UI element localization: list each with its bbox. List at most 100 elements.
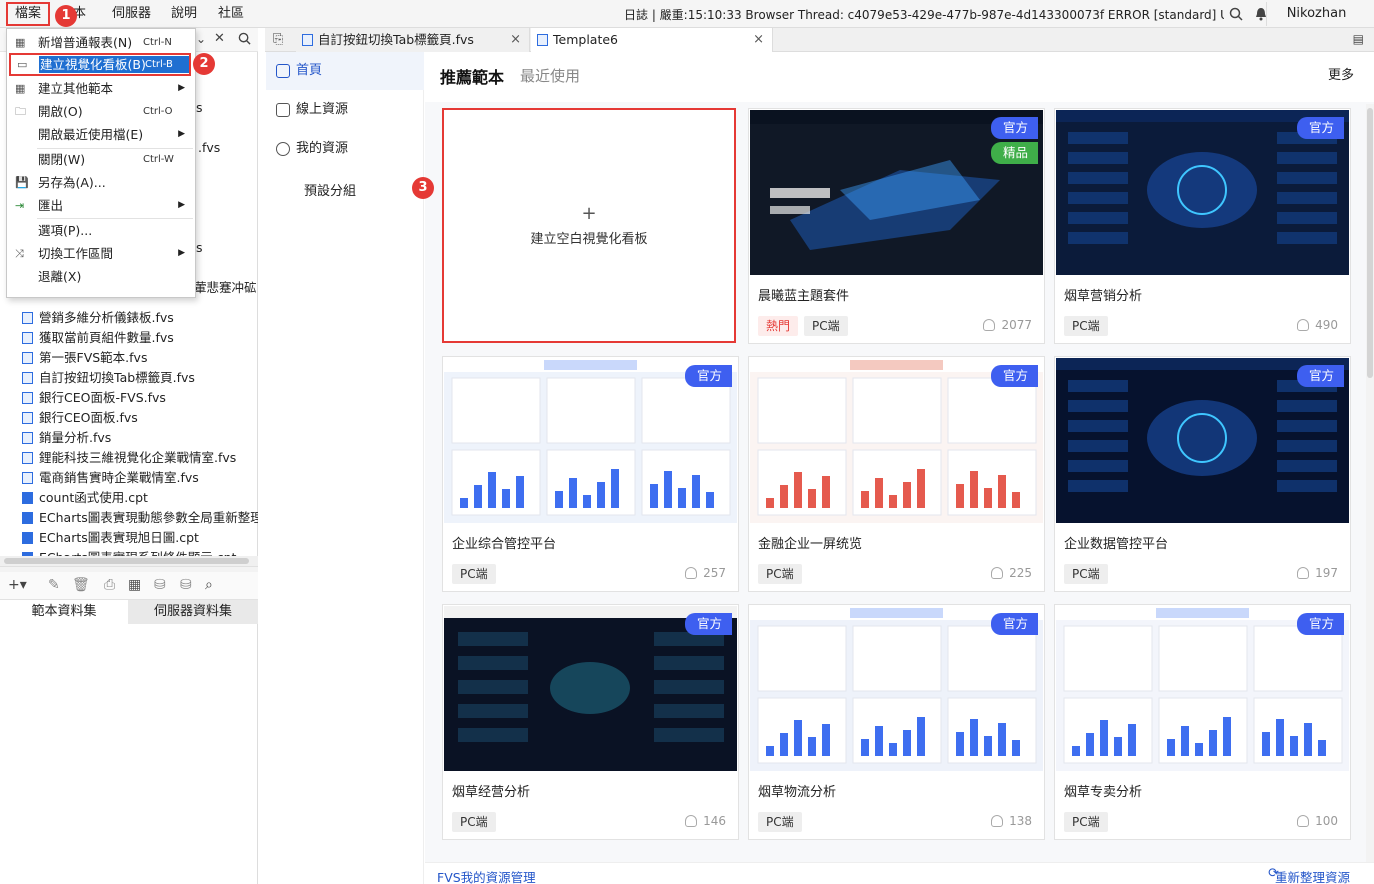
user-icon [1297, 567, 1310, 579]
tab-recommended[interactable]: 推薦範本 [440, 64, 504, 88]
home-icon [276, 64, 290, 78]
log-status-text[interactable]: 日誌 | 嚴重:15:10:33 Browser Thread: c4079e5… [624, 6, 1224, 23]
official-badge: 官方 [990, 613, 1038, 635]
nav-home[interactable]: 首頁 [266, 52, 424, 90]
user-icon [991, 567, 1004, 579]
edit-icon[interactable]: ✎ [48, 577, 60, 593]
menu-exit[interactable]: 退離(X) [7, 265, 195, 288]
document-tab-bar: ⎘ 自訂按鈕切換Tab標籤頁.fvs × Template6 × ▤ [265, 28, 1374, 52]
tab-menu-icon[interactable]: ▤ [1353, 32, 1364, 46]
cpt-file-icon [22, 512, 33, 524]
user-icon [1297, 319, 1310, 331]
expand-icon[interactable]: ⌄ [196, 32, 206, 46]
close-icon[interactable]: × [510, 28, 521, 52]
database-link-icon[interactable]: ⛁ [180, 577, 192, 593]
tree-file-item[interactable]: 自訂按鈕切換Tab標籤頁.fvs [22, 368, 195, 388]
preview-icon[interactable]: ⎙ [104, 577, 115, 593]
horizontal-scrollbar[interactable] [0, 556, 258, 566]
template-card[interactable]: 官方 企业数据管控平台 PC端 197 [1054, 356, 1351, 592]
cpt-file-icon [22, 492, 33, 504]
my-resource-manage-link[interactable]: FVS我的資源管理 [437, 867, 536, 884]
close-icon[interactable]: × [753, 28, 764, 52]
tree-search-icon[interactable] [238, 32, 251, 45]
official-badge: 官方 [1296, 117, 1344, 139]
dataset-icon[interactable]: ▦ [128, 577, 141, 593]
tree-partial-4: 葷悲蹇冲砿 [194, 280, 257, 295]
tree-file-item[interactable]: 銷量分析.fvs [22, 428, 111, 448]
tree-file-item[interactable]: 鋰能科技三維視覺化企業戰情室.fvs [22, 448, 236, 468]
more-link[interactable]: 更多 [1328, 64, 1354, 83]
tree-file-item[interactable]: 電商銷售實時企業戰情室.fvs [22, 468, 199, 488]
template-card[interactable]: 官方 精品 晨曦蓝主題套件 熱門 PC端 2077 [748, 108, 1045, 344]
collapse-icon[interactable]: ✕ [214, 31, 225, 46]
menu-file[interactable]: 檔案 [6, 2, 50, 26]
user-icon [1297, 815, 1310, 827]
fvs-file-icon [22, 332, 33, 344]
tree-file-item[interactable]: 銀行CEO面板.fvs [22, 408, 138, 428]
template-card[interactable]: 官方 烟草专卖分析 PC端 100 [1054, 604, 1351, 840]
template-card[interactable]: 官方 企业综合管控平台 PC端 257 [442, 356, 739, 592]
use-count: 138 [991, 814, 1032, 828]
fvs-file-icon [302, 34, 313, 46]
tree-file-item[interactable]: 銀行CEO面板-FVS.fvs [22, 388, 166, 408]
tree-file-item[interactable]: count函式使用.cpt [22, 488, 148, 508]
fvs-file-icon [22, 352, 33, 364]
add-icon[interactable]: +▾ [8, 577, 27, 593]
tab-recent[interactable]: 最近使用 [520, 65, 580, 86]
template-card[interactable]: 官方 金融企业一屏统览 PC端 225 [748, 356, 1045, 592]
user-icon [685, 567, 698, 579]
folder-icon: 🗀 [15, 105, 26, 118]
use-count: 225 [991, 566, 1032, 580]
platform-tag: PC端 [804, 316, 848, 336]
tree-file-item[interactable]: 獲取當前頁組件數量.fvs [22, 328, 174, 348]
tree-file-item[interactable]: 第一張FVS範本.fvs [22, 348, 147, 368]
menu-options[interactable]: 選項(P)... [7, 219, 195, 242]
tree-file-item[interactable]: 營銷多維分析儀錶板.fvs [22, 308, 174, 328]
tab-template6[interactable]: Template6 × [531, 28, 773, 52]
menu-new-dashboard[interactable]: ▭ 建立視覺化看板(B) Ctrl-B [9, 53, 191, 76]
cpt-file-icon [22, 532, 33, 544]
refresh-resources-link[interactable]: 重新整理資源 [1275, 867, 1350, 884]
card-title: 晨曦蓝主題套件 [758, 289, 850, 304]
menu-help[interactable]: 說明 [171, 4, 197, 24]
card-title: 企业综合管控平台 [452, 537, 557, 552]
menu-other-template[interactable]: ▦ 建立其他範本 ▶ [7, 77, 195, 100]
template-card[interactable]: 官方 烟草经营分析 PC端 146 [442, 604, 739, 840]
nav-mine[interactable]: 我的資源 [266, 130, 424, 168]
template-card[interactable]: 官方 烟草营销分析 PC端 490 [1054, 108, 1351, 344]
fvs-file-icon [537, 34, 548, 46]
tab-server-dataset[interactable]: 伺服器資料集 [128, 600, 258, 624]
create-blank-dashboard-card[interactable]: + 建立空白視覺化看板 [442, 108, 736, 343]
use-count: 257 [685, 566, 726, 580]
template-card[interactable]: 官方 烟草物流分析 PC端 138 [748, 604, 1045, 840]
menu-new-report[interactable]: ▦ 新增普通報表(N) Ctrl-N [7, 31, 195, 54]
blank-card-label: 建立空白視覺化看板 [530, 232, 648, 247]
search-icon[interactable] [1228, 6, 1244, 22]
tab-template-dataset[interactable]: 範本資料集 [0, 600, 128, 624]
gallery-scrollbar[interactable] [1366, 104, 1374, 884]
user-name[interactable]: Nikozhan [1266, 2, 1366, 26]
delete-icon[interactable]: 🗑 [72, 577, 90, 593]
cloud-icon [276, 103, 290, 117]
user-icon [983, 319, 996, 331]
resource-nav: 首頁 線上資源 我的資源 預設分組 [266, 52, 424, 884]
database-icon[interactable]: ⛁ [154, 577, 166, 593]
menu-community[interactable]: 社區 [218, 4, 244, 24]
tab-custom-button[interactable]: 自訂按鈕切換Tab標籤頁.fvs × [296, 28, 530, 52]
menu-switch-workspace[interactable]: ⤨ 切換工作區間 ▶ [7, 242, 195, 265]
menu-save-as[interactable]: 💾 另存為(A)... [7, 171, 195, 194]
menu-close[interactable]: 關閉(W) Ctrl-W [7, 148, 195, 171]
menu-open-recent[interactable]: 開啟最近使用檔(E) ▶ [7, 123, 195, 146]
nav-default-group[interactable]: 預設分組 [304, 180, 356, 199]
menu-open[interactable]: 🗀 開啟(O) Ctrl-O [7, 100, 195, 123]
dataset-search-icon[interactable]: ⌕ [205, 577, 213, 593]
menu-server[interactable]: 伺服器 [112, 4, 151, 24]
tree-file-item[interactable]: ECharts圖表實現動態參數全局重新整理 [22, 508, 258, 528]
official-badge: 官方 [684, 365, 732, 387]
menu-bar: 檔案 範本 伺服器 說明 社區 日誌 | 嚴重:15:10:33 Browser… [0, 0, 1374, 28]
tree-file-item[interactable]: ECharts圖表實現旭日圖.cpt [22, 528, 199, 548]
user-icon [685, 815, 698, 827]
new-tab-icon[interactable]: ⎘ [273, 32, 283, 47]
menu-export[interactable]: ⇥ 匯出 ▶ [7, 194, 195, 217]
nav-online[interactable]: 線上資源 [266, 91, 424, 129]
